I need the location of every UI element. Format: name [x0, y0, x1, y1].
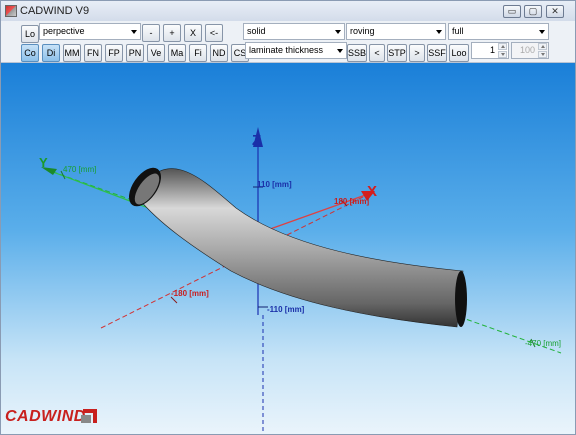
display-mode-select[interactable]: laminate thickness [245, 42, 347, 59]
ve-button[interactable]: Ve [147, 44, 165, 62]
x-neg-dimension: -180 [mm] [171, 289, 209, 298]
step-spinner[interactable]: 1 [471, 42, 509, 59]
mm-button[interactable]: MM [63, 44, 81, 62]
z-axis-label: Z [252, 132, 261, 149]
3d-viewport[interactable]: Z X Y 470 [mm] 110 [mm] 180 [mm] -180 [m… [1, 63, 575, 434]
app-window: CADWIND V9 ▭ ▢ ✕ Lo perpective - + X <- … [0, 0, 576, 435]
app-icon [5, 5, 17, 17]
fp-button[interactable]: FP [105, 44, 123, 62]
logo-mark-icon [81, 409, 97, 423]
fn-button[interactable]: FN [84, 44, 102, 62]
chevron-down-icon [436, 30, 442, 34]
window-title: CADWIND V9 [20, 5, 90, 17]
loo-button[interactable]: Loo [449, 44, 469, 62]
chevron-down-icon [131, 30, 137, 34]
y-axis-label: Y [39, 155, 48, 170]
step-max-value: 100 [519, 45, 535, 55]
material-mode-select[interactable]: roving [346, 23, 446, 40]
nd-button[interactable]: ND [210, 44, 228, 62]
render-mode-value: solid [247, 26, 266, 36]
spinner-up-icon[interactable] [538, 43, 547, 50]
spinner-down-icon[interactable] [498, 51, 507, 58]
pn-button[interactable]: PN [126, 44, 144, 62]
step-prev-button[interactable]: < [369, 44, 385, 62]
logo-text: CADWIND [5, 408, 86, 425]
x-pos-dimension: 180 [mm] [334, 197, 369, 206]
chevron-down-icon [539, 30, 545, 34]
step-max-spinner[interactable]: 100 [511, 42, 549, 59]
chevron-down-icon [337, 49, 343, 53]
stp-button[interactable]: STP [387, 44, 407, 62]
spinner-down-icon[interactable] [538, 51, 547, 58]
di-button[interactable]: Di [42, 44, 60, 62]
close-button[interactable]: ✕ [546, 5, 564, 18]
view-mode-value: perpective [43, 26, 85, 36]
coverage-mode-value: full [452, 26, 464, 36]
chevron-down-icon [335, 30, 341, 34]
render-mode-select[interactable]: solid [243, 23, 345, 40]
minimize-button[interactable]: ▭ [503, 5, 521, 18]
coverage-mode-select[interactable]: full [448, 23, 549, 40]
ma-button[interactable]: Ma [168, 44, 186, 62]
cadwind-logo: CADWIND [5, 405, 105, 431]
y-pos-dimension: 470 [mm] [63, 165, 96, 174]
step-value: 1 [489, 45, 495, 55]
x-button[interactable]: X [184, 24, 202, 42]
co-button[interactable]: Co [21, 44, 39, 62]
y-neg-dimension: -470 [mm] [525, 339, 561, 348]
display-mode-value: laminate thickness [249, 45, 324, 55]
toolbar: Lo perpective - + X <- solid roving full… [1, 21, 575, 63]
ssb-button[interactable]: SSB [347, 44, 367, 62]
maximize-button[interactable]: ▢ [524, 5, 542, 18]
step-next-button[interactable]: > [409, 44, 425, 62]
lo-button[interactable]: Lo [21, 25, 39, 43]
material-mode-value: roving [350, 26, 375, 36]
zoom-in-button[interactable]: + [163, 24, 181, 42]
view-mode-select[interactable]: perpective [39, 23, 141, 40]
title-bar[interactable]: CADWIND V9 ▭ ▢ ✕ [1, 1, 575, 21]
fi-button[interactable]: Fi [189, 44, 207, 62]
z-neg-dimension: -110 [mm] [267, 305, 305, 314]
tube-body [135, 168, 464, 328]
scene-canvas: Z X Y 470 [mm] 110 [mm] 180 [mm] -180 [m… [39, 127, 562, 433]
back-button[interactable]: <- [205, 24, 223, 42]
tube-end-right [455, 271, 467, 327]
ssf-button[interactable]: SSF [427, 44, 447, 62]
spinner-up-icon[interactable] [498, 43, 507, 50]
zoom-out-button[interactable]: - [142, 24, 160, 42]
z-pos-dimension: 110 [mm] [257, 180, 292, 189]
